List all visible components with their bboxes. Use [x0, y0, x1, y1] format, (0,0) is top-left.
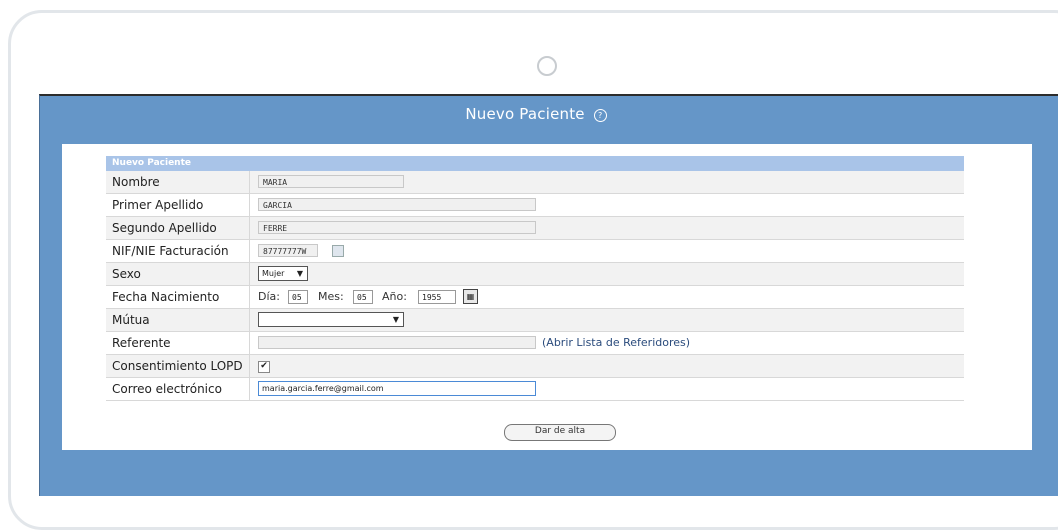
sexo-label: Sexo [106, 263, 250, 285]
row-mutua: Mútua ▼ [106, 309, 964, 332]
camera-icon [537, 56, 557, 76]
lopd-label: Consentimiento LOPD [106, 355, 250, 377]
dar-de-alta-button[interactable]: Dar de alta [504, 424, 616, 441]
calculator-icon[interactable] [332, 245, 344, 257]
app-screen: Nuevo Paciente ? Nuevo Paciente Nombre M… [39, 94, 1058, 496]
lopd-checkbox[interactable]: ✔ [258, 361, 270, 373]
correo-input[interactable]: maria.garcia.ferre@gmail.com [258, 381, 536, 396]
window-title: Nuevo Paciente ? [40, 105, 1032, 123]
mes-label: Mes: [318, 290, 344, 303]
nif-label: NIF/NIE Facturación [106, 240, 250, 262]
row-fecha: Fecha Nacimiento Día: 05 Mes: 05 Año: 19… [106, 286, 964, 309]
nombre-label: Nombre [106, 171, 250, 193]
mes-input[interactable]: 05 [353, 290, 373, 304]
primer-apellido-input[interactable]: GARCIA [258, 198, 536, 211]
segundo-apellido-label: Segundo Apellido [106, 217, 250, 239]
form-header: Nuevo Paciente [106, 156, 964, 171]
row-sexo: Sexo Mujer ▼ [106, 263, 964, 286]
help-icon[interactable]: ? [593, 109, 607, 122]
mutua-select[interactable]: ▼ [258, 312, 404, 327]
abrir-lista-link[interactable]: (Abrir Lista de Referidores) [542, 332, 690, 354]
window-title-text: Nuevo Paciente [465, 105, 585, 123]
fecha-label: Fecha Nacimiento [106, 286, 250, 308]
referente-input[interactable] [258, 336, 536, 349]
row-correo: Correo electrónico maria.garcia.ferre@gm… [106, 378, 964, 401]
row-nif: NIF/NIE Facturación 87777777W [106, 240, 964, 263]
row-segundo-apellido: Segundo Apellido FERRE [106, 217, 964, 240]
patient-form: Nuevo Paciente Nombre MARIA Primer Apell… [106, 156, 964, 401]
row-primer-apellido: Primer Apellido GARCIA [106, 194, 964, 217]
row-referente: Referente (Abrir Lista de Referidores) [106, 332, 964, 355]
sexo-select[interactable]: Mujer ▼ [258, 266, 308, 281]
dia-input[interactable]: 05 [288, 290, 308, 304]
dia-label: Día: [258, 290, 280, 303]
chevron-down-icon: ▼ [392, 315, 399, 324]
primer-apellido-label: Primer Apellido [106, 194, 250, 216]
chevron-down-icon: ▼ [296, 269, 303, 278]
form-panel: Nuevo Paciente Nombre MARIA Primer Apell… [62, 144, 1032, 450]
row-nombre: Nombre MARIA [106, 171, 964, 194]
calendar-icon[interactable]: ▦ [463, 289, 478, 304]
nif-input[interactable]: 87777777W [258, 244, 318, 257]
segundo-apellido-input[interactable]: FERRE [258, 221, 536, 234]
nombre-input[interactable]: MARIA [258, 175, 404, 188]
mutua-label: Mútua [106, 309, 250, 331]
anio-label: Año: [382, 290, 407, 303]
row-lopd: Consentimiento LOPD ✔ [106, 355, 964, 378]
referente-label: Referente [106, 332, 250, 354]
sexo-value: Mujer [262, 269, 285, 278]
correo-label: Correo electrónico [106, 378, 250, 400]
anio-input[interactable]: 1955 [418, 290, 456, 304]
